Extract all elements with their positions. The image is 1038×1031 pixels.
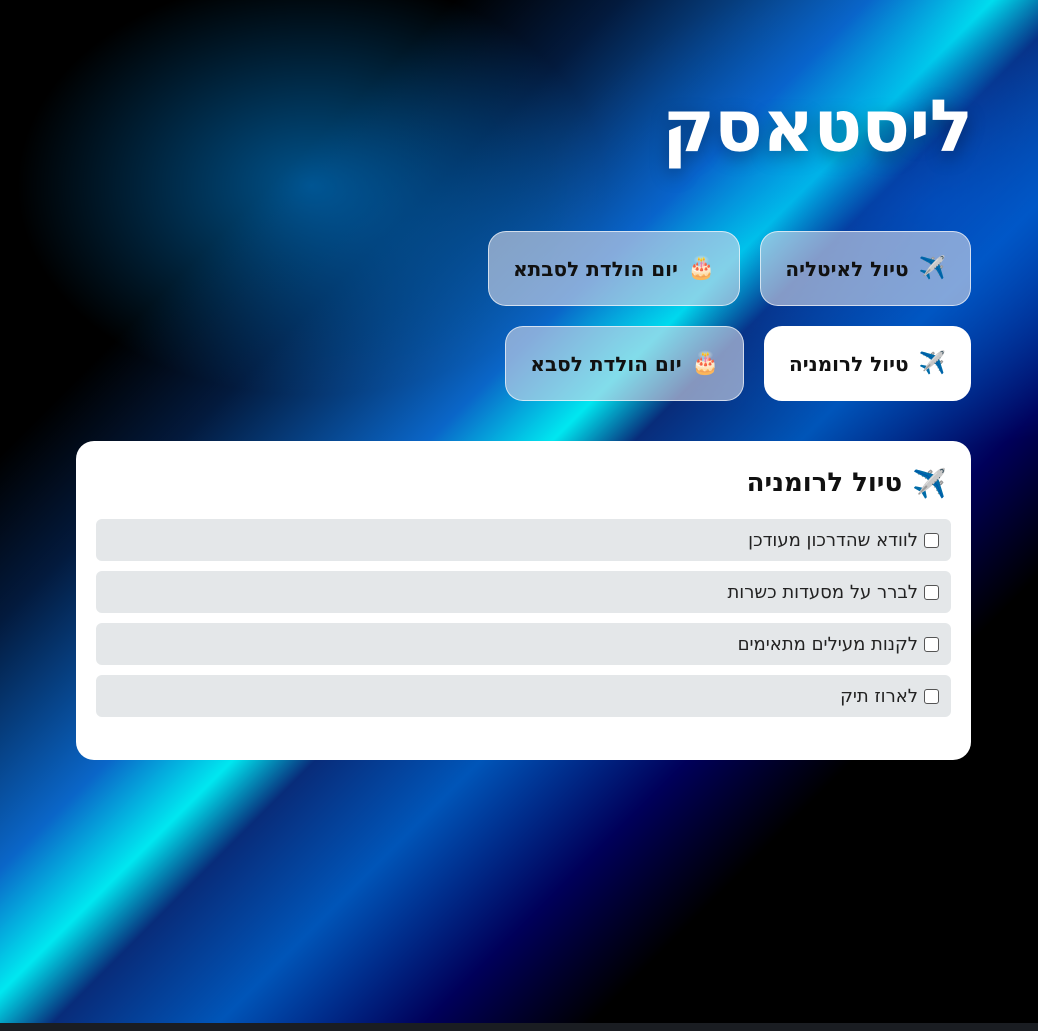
airplane-icon: ✈️ xyxy=(912,466,947,500)
checklist-items: לוודא שהדרכון מעודכן לברר על מסעדות כשרו… xyxy=(96,519,951,717)
checklist-item[interactable]: לברר על מסעדות כשרות xyxy=(96,571,951,613)
checklist-card: ✈️ טיול לרומניה לוודא שהדרכון מעודכן לבר… xyxy=(76,441,971,760)
item-text: לארוז תיק xyxy=(840,685,918,707)
checklist-item[interactable]: לקנות מעילים מתאימים xyxy=(96,623,951,665)
tab-italy-trip[interactable]: ✈️ טיול לאיטליה xyxy=(760,231,971,306)
airplane-icon: ✈️ xyxy=(918,256,946,281)
tab-grandma-birthday[interactable]: 🎂 יום הולדת לסבתא xyxy=(488,231,741,306)
bottom-edge xyxy=(0,1023,1038,1031)
checklist-title: ✈️ טיול לרומניה xyxy=(96,465,951,501)
app-title: ליסטאסק xyxy=(662,84,973,168)
tab-label: טיול לרומניה xyxy=(789,351,909,376)
tab-grandpa-birthday[interactable]: 🎂 יום הולדת לסבא xyxy=(505,326,745,401)
item-text: לברר על מסעדות כשרות xyxy=(727,581,918,603)
item-checkbox[interactable] xyxy=(924,532,939,548)
birthday-cake-icon: 🎂 xyxy=(691,351,720,376)
tab-label: יום הולדת לסבא xyxy=(530,351,682,376)
airplane-icon: ✈️ xyxy=(918,351,946,376)
checklist-title-text: טיול לרומניה xyxy=(746,468,903,498)
list-tabs: ✈️ טיול לאיטליה 🎂 יום הולדת לסבתא ✈️ טיו… xyxy=(271,231,971,401)
item-text: לקנות מעילים מתאימים xyxy=(737,633,918,655)
item-checkbox[interactable] xyxy=(924,688,939,704)
checklist-item[interactable]: לארוז תיק xyxy=(96,675,951,717)
item-checkbox[interactable] xyxy=(924,636,939,652)
birthday-cake-icon: 🎂 xyxy=(687,256,716,281)
tab-label: יום הולדת לסבתא xyxy=(513,256,678,281)
checklist-item[interactable]: לוודא שהדרכון מעודכן xyxy=(96,519,951,561)
item-checkbox[interactable] xyxy=(924,584,939,600)
item-text: לוודא שהדרכון מעודכן xyxy=(748,529,918,551)
tab-label: טיול לאיטליה xyxy=(785,256,909,281)
tab-romania-trip[interactable]: ✈️ טיול לרומניה xyxy=(764,326,971,401)
app-root: ליסטאסק ✈️ טיול לאיטליה 🎂 יום הולדת לסבת… xyxy=(0,0,1038,1031)
